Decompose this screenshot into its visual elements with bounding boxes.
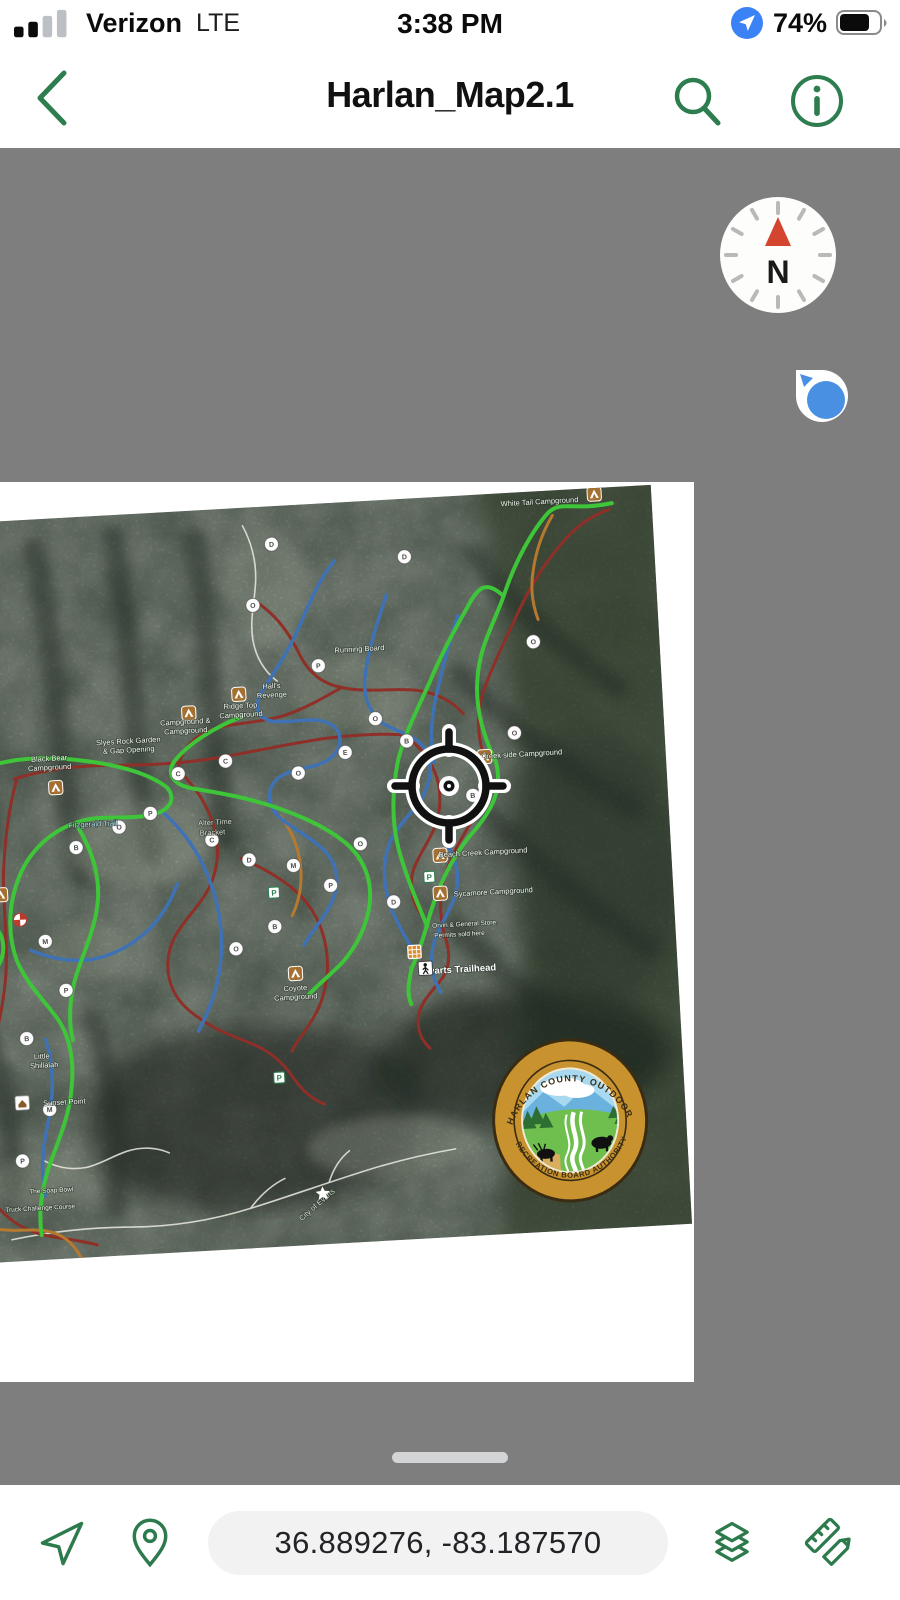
svg-text:O: O [512,730,518,737]
location-layer-button[interactable] [790,364,854,428]
coordinates-pill[interactable]: 36.889276, -83.187570 [208,1511,668,1575]
svg-text:O: O [530,639,536,646]
waypoint-marker: O [368,711,383,726]
svg-text:D: D [269,542,274,549]
svg-text:O: O [357,841,363,848]
campground-icon [231,687,246,702]
map-label: Bracket [200,827,227,837]
svg-text:P: P [148,811,153,818]
map-label: Shillalah [30,1060,59,1071]
svg-text:M: M [42,939,48,946]
waypoint-marker: O [353,836,368,851]
waypoint-marker: P [143,806,158,821]
waypoint-marker: B [69,840,84,855]
battery-icon [836,10,890,36]
satellite-map-image: PPPDOPOBEOCCPOBCDMPODBOMBPMPOBDOWhite Ta… [0,485,692,1265]
waypoint-marker: P [323,878,338,893]
map-page[interactable]: PPPDOPOBEOCCPOBCDMPODBOMBPMPOBDOWhite Ta… [0,482,694,1382]
campground-icon [433,886,448,901]
battery-percent-label: 74% [773,8,827,39]
svg-text:E: E [343,750,348,757]
svg-text:B: B [272,924,277,931]
svg-text:C: C [223,758,228,765]
parking-icon: P [273,1072,285,1084]
waypoint-marker: M [286,858,301,873]
waypoint-marker: P [59,983,74,998]
svg-text:P: P [328,883,333,890]
waypoint-marker: B [399,734,414,749]
svg-text:B: B [470,793,475,800]
svg-text:P: P [20,1158,25,1165]
campground-icon [587,487,602,502]
campground-icon [288,966,303,981]
svg-text:O: O [233,946,239,953]
search-button[interactable] [668,72,726,130]
shelter-icon [15,1096,30,1111]
svg-text:C: C [175,771,180,778]
permit-station-icon [408,945,422,959]
waypoint-marker: E [338,745,353,760]
map-label: Revenge [257,690,287,701]
svg-text:B: B [73,845,78,852]
status-bar: Verizon LTE 3:38 PM 74% [0,0,900,48]
svg-text:P: P [64,988,69,995]
waypoint-marker: B [19,1031,34,1046]
waypoint-marker: C [218,754,233,769]
parking-icon: P [268,887,280,899]
waypoint-marker: C [171,766,186,781]
waypoint-marker: O [245,598,260,613]
poi-pinwheel-icon [13,913,27,927]
waypoint-marker: B [465,788,480,803]
svg-text:D: D [391,899,396,906]
svg-text:M: M [290,863,296,870]
waypoint-marker: P [311,658,326,673]
waypoint-marker: D [397,549,412,564]
waypoint-marker: B [267,919,282,934]
waypoint-marker: P [15,1154,30,1169]
waypoint-marker: O [229,941,244,956]
waypoint-marker: D [264,537,279,552]
waypoint-marker: D [386,895,401,910]
compass-north-label: N [766,254,789,290]
layers-button[interactable] [706,1517,758,1569]
svg-text:O: O [295,770,301,777]
svg-text:O: O [373,716,379,723]
campground-icon [48,780,63,795]
svg-text:D: D [402,554,407,561]
waypoint-marker: M [38,934,53,949]
waypoint-marker: O [291,766,306,781]
nav-bar: Harlan_Map2.1 [0,48,900,148]
location-services-icon [730,6,764,40]
parking-icon: P [424,871,436,883]
svg-text:B: B [24,1036,29,1043]
locate-me-button[interactable] [36,1517,88,1569]
measure-tools-button[interactable] [804,1517,856,1569]
map-label: Alter Time [198,817,232,828]
trailhead-icon [418,961,433,976]
waypoint-marker: O [526,634,541,649]
drop-pin-button[interactable] [124,1517,176,1569]
info-button[interactable] [788,72,846,130]
svg-text:B: B [404,738,409,745]
compass-button[interactable]: N [718,195,838,315]
svg-text:O: O [250,603,256,610]
waypoint-marker: O [507,726,522,741]
svg-text:M: M [47,1107,53,1114]
app-screen: Verizon LTE 3:38 PM 74% Harlan_Map2.1 [0,0,900,1600]
svg-text:P: P [316,663,321,670]
map-viewport[interactable]: PPPDOPOBEOCCPOBCDMPODBOMBPMPOBDOWhite Ta… [0,148,900,1485]
sheet-drag-handle[interactable] [392,1452,508,1463]
bottom-toolbar: 36.889276, -83.187570 [0,1485,900,1600]
waypoint-marker: D [242,853,257,868]
coordinates-value: 36.889276, -83.187570 [275,1525,602,1561]
campground-icon [0,887,8,902]
page-title: Harlan_Map2.1 [0,74,900,116]
svg-text:C: C [209,837,214,844]
svg-text:D: D [246,857,251,864]
